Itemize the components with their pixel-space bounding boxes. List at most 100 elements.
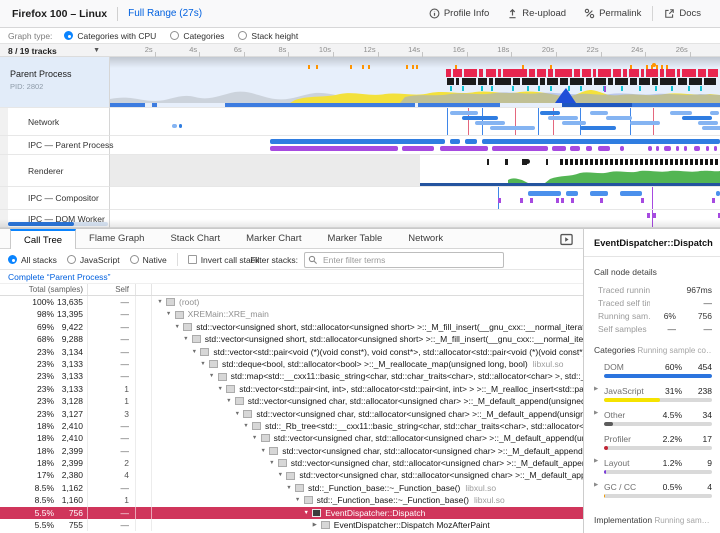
breadcrumb-root-link[interactable]: Complete “Parent Process” [8,272,111,282]
table-row[interactable]: 18% 2,410— ▼ std::_Rb_tree<std::__cxx11::ba… [0,419,583,433]
tab-network[interactable]: Network [395,229,456,248]
track-viz-ipc-compositor[interactable] [110,187,720,210]
category-name-row: Profiler 2.2% 17 [604,433,712,444]
collapse-icon[interactable]: ▼ [199,358,207,370]
function-name: std::vector<std::pair<int, int>, std::al… [239,383,583,394]
table-row[interactable]: 18% 2,410— ▼ std::vector<unsigned char, std… [0,432,583,445]
track-viz-renderer[interactable] [110,155,720,187]
table-row[interactable]: 5.5% 756— ▼ EventDispatcher::Dispatch [0,506,583,520]
stack-radio-javascript[interactable]: JavaScript [66,255,120,265]
collapse-icon[interactable]: ▼ [259,445,267,457]
collapse-icon[interactable]: ▼ [190,346,198,358]
table-row[interactable]: 18% 2,399— ▼ std::vector<unsigned char, std… [0,444,583,458]
full-range-link[interactable]: Full Range (27s) [128,8,202,19]
column-header-self[interactable]: Self [88,284,136,295]
category-name-row: DOM 60% 454 [604,361,712,372]
expand-icon[interactable]: ▶ [594,482,598,488]
tab-call-tree[interactable]: Call Tree [10,229,77,249]
table-row[interactable]: 8.5% 1,160 1 ▼ std::_Function_base::~_Functi… [0,494,583,507]
collapse-icon[interactable]: ▼ [302,507,310,519]
track-label-renderer[interactable]: Renderer [0,155,110,187]
collapse-icon[interactable]: ▼ [251,432,259,444]
stack-radio-all-stacks[interactable]: All stacks [8,255,57,265]
collapse-icon[interactable]: ▼ [165,308,173,320]
marker-tick-cyan [527,86,529,91]
collapse-icon[interactable]: ▼ [268,457,276,469]
track-viz-network[interactable] [110,108,720,136]
cell-function: ▼ std::map<std::__cxx11::basic_string<cha… [152,370,583,382]
collapse-icon[interactable]: ▼ [156,296,164,308]
tracks-dropdown[interactable]: 8 / 19 tracks ▼ [0,44,110,57]
jank-marker-red [708,69,718,77]
collapse-icon[interactable]: ▼ [208,370,216,382]
tab-marker-chart[interactable]: Marker Chart [233,229,314,248]
collapse-icon[interactable]: ▼ [276,469,284,481]
track-gutter [0,136,8,154]
compositor-tick-purple [561,198,564,203]
table-row[interactable]: 100% 13,635— ▼ (root) [0,296,583,309]
collapse-icon[interactable]: ▼ [294,494,302,506]
expand-icon[interactable]: ▶ [594,386,598,392]
table-row[interactable]: 17% 2,380 4 ▼ std::vector<unsigned char, std… [0,469,583,482]
table-row[interactable]: 23% 3,133 1 ▼ std::vector<std::pair<int, int… [0,382,583,396]
table-row[interactable]: 98% 13,395— ▼ XREMain::XRE_main [0,308,583,321]
track-label-ipc-compositor[interactable]: IPC — Compositor [0,187,110,210]
table-row[interactable]: 23% 3,127 3 ▼ std::vector<unsigned char, std… [0,407,583,420]
graph-type-radio-stack-height[interactable]: Stack height [238,31,298,41]
table-row[interactable]: 23% 3,134— ▼ std::vector<std::pair<void (*)… [0,345,583,358]
graph-type-radio-categories[interactable]: Categories [170,31,224,41]
collapse-icon[interactable]: ▼ [216,383,224,395]
radio-icon [64,31,74,40]
graph-type-radio-categories-with-cpu[interactable]: Categories with CPU [64,31,156,41]
collapse-icon[interactable]: ▼ [242,420,250,432]
track-label-ipc-parent[interactable]: IPC — Parent Process [0,136,114,155]
function-name: std::_Rb_tree<std::__cxx11::basic_string… [265,420,583,431]
table-row[interactable]: 18% 2,399 2 ▼ std::vector<unsigned char, std… [0,457,583,470]
collapse-icon[interactable]: ▼ [233,408,241,420]
stack-radio-native[interactable]: Native [129,255,167,265]
table-row[interactable]: 23% 3,128 1 ▼ std::vector<unsigned char, std… [0,395,583,408]
expand-icon[interactable]: ▶ [311,519,319,531]
function-name: (root) [179,297,200,307]
table-row[interactable]: 69% 9,422— ▼ std::vector<unsigned short, st… [0,320,583,334]
track-label-network[interactable]: Network [0,108,110,136]
column-header-total[interactable]: Total (samples) [0,284,88,295]
track-viz-parent-process[interactable] [110,57,720,108]
chevron-down-icon: ▼ [93,47,100,54]
compositor-tick-purple [571,198,574,203]
timeline-scrollbar-thumb[interactable] [8,222,74,226]
category-name: JavaScript [604,385,644,396]
tab-marker-table[interactable]: Marker Table [315,229,396,248]
collapse-icon[interactable]: ▼ [285,482,293,494]
header-action-docs[interactable]: Docs [655,8,710,19]
table-row[interactable]: 23% 3,133— ▼ std::map<std::__cxx11::basic_s… [0,370,583,383]
sidebar-toggle-button[interactable] [560,233,573,246]
cell-self: — [88,333,136,346]
track-label-parent-process[interactable]: Parent Process PID: 2802 [0,57,110,108]
track-viz-ipc-domworker[interactable] [110,210,720,228]
collapse-icon[interactable]: ▼ [182,333,190,345]
timeline-scrollbar-track[interactable] [8,222,108,226]
table-row[interactable]: 23% 3,133— ▼ std::deque<bool, std::allocato… [0,357,583,371]
collapse-icon[interactable]: ▼ [225,395,233,407]
header-action-profile-info[interactable]: Profile Info [420,8,498,19]
collapse-icon[interactable]: ▼ [173,321,181,333]
cell-total-percent: 100% [32,297,54,307]
table-row[interactable]: 68% 9,288— ▼ std::vector<unsigned short, st… [0,333,583,346]
expand-icon[interactable]: ▶ [594,410,598,416]
tab-stack-chart[interactable]: Stack Chart [157,229,233,248]
call-node-details-section: Call node details Traced runnin…967msTra… [584,257,720,335]
track-viz-ipc-parent[interactable] [110,136,720,155]
table-row[interactable]: 8.5% 1,162— ▼ std::_Function_base::~_Functi… [0,481,583,495]
function-name: std::vector<unsigned short, std::allocat… [204,334,583,345]
implementation-heading-sub: Running sam… [654,516,710,525]
timeline-ruler[interactable]: 2s 4s 6s 8s 10s 12s 14s 16s 18s 20s 22s 24s 26s [110,44,720,57]
tab-flame-graph[interactable]: Flame Graph [76,229,157,248]
marker-black [487,159,489,165]
table-row[interactable]: 5.5% 755— ▶ EventDispatcher::Dispatch MozAf… [0,519,583,532]
filter-stacks-input[interactable] [304,251,504,268]
header-action-re-upload[interactable]: Re-upload [498,8,575,19]
header-action-permalink[interactable]: Permalink [575,8,650,19]
expand-icon[interactable]: ▶ [594,458,598,464]
invert-call-stack-checkbox[interactable]: Invert call stack [187,255,259,265]
